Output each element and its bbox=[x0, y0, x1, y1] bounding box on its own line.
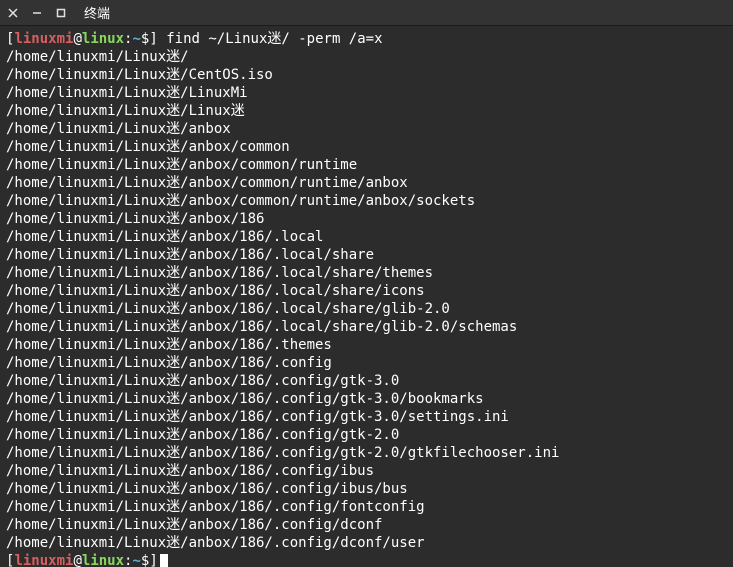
output-line: /home/linuxmi/Linux迷/anbox/common bbox=[6, 138, 727, 156]
output-line: /home/linuxmi/Linux迷/anbox/186/.local/sh… bbox=[6, 246, 727, 264]
output-line: /home/linuxmi/Linux迷/anbox/186/.config/g… bbox=[6, 444, 727, 462]
output-line: /home/linuxmi/Linux迷/anbox/186/.config/f… bbox=[6, 498, 727, 516]
output-line: /home/linuxmi/Linux迷/anbox/186/.config/g… bbox=[6, 390, 727, 408]
output-line: /home/linuxmi/Linux迷/anbox/186/.config/i… bbox=[6, 462, 727, 480]
prompt-path: ~ bbox=[132, 31, 140, 47]
output-line: /home/linuxmi/Linux迷/anbox/186/.themes bbox=[6, 336, 727, 354]
window-minimize-icon[interactable] bbox=[30, 6, 44, 20]
prompt-line-2: [linuxmi@linux:~$] bbox=[6, 553, 168, 567]
terminal-cursor bbox=[160, 554, 168, 567]
output-line: /home/linuxmi/Linux迷/anbox/186/.config/d… bbox=[6, 516, 727, 534]
command-text: find ~/Linux迷/ -perm /a=x bbox=[166, 31, 382, 47]
prompt-at: @ bbox=[73, 553, 81, 567]
window-title: 终端 bbox=[84, 3, 110, 22]
prompt-line-1: [linuxmi@linux:~$] find ~/Linux迷/ -perm … bbox=[6, 31, 383, 47]
output-line: /home/linuxmi/Linux迷/anbox/common/runtim… bbox=[6, 192, 727, 210]
output-line: /home/linuxmi/Linux迷/ bbox=[6, 48, 727, 66]
output-line: /home/linuxmi/Linux迷/Linux迷 bbox=[6, 102, 727, 120]
output-line: /home/linuxmi/Linux迷/anbox/186/.config/i… bbox=[6, 480, 727, 498]
output-line: /home/linuxmi/Linux迷/anbox/186/.config bbox=[6, 354, 727, 372]
prompt-host: linux bbox=[82, 31, 124, 47]
prompt-user: linuxmi bbox=[14, 553, 73, 567]
output-line: /home/linuxmi/Linux迷/LinuxMi bbox=[6, 84, 727, 102]
output-line: /home/linuxmi/Linux迷/anbox/186 bbox=[6, 210, 727, 228]
output-line: /home/linuxmi/Linux迷/anbox/186/.local/sh… bbox=[6, 282, 727, 300]
prompt-bracket-close: ] bbox=[149, 553, 157, 567]
command-output: /home/linuxmi/Linux迷//home/linuxmi/Linux… bbox=[6, 48, 727, 552]
prompt-user: linuxmi bbox=[14, 31, 73, 47]
output-line: /home/linuxmi/Linux迷/anbox/186/.config/g… bbox=[6, 408, 727, 426]
window-titlebar: 终端 bbox=[0, 0, 733, 26]
output-line: /home/linuxmi/Linux迷/anbox/186/.local bbox=[6, 228, 727, 246]
prompt-path: ~ bbox=[132, 553, 140, 567]
output-line: /home/linuxmi/Linux迷/anbox/186/.local/sh… bbox=[6, 318, 727, 336]
output-line: /home/linuxmi/Linux迷/anbox/186/.config/d… bbox=[6, 534, 727, 552]
window-close-icon[interactable] bbox=[6, 6, 20, 20]
output-line: /home/linuxmi/Linux迷/CentOS.iso bbox=[6, 66, 727, 84]
output-line: /home/linuxmi/Linux迷/anbox/186/.local/sh… bbox=[6, 264, 727, 282]
prompt-host: linux bbox=[82, 553, 124, 567]
output-line: /home/linuxmi/Linux迷/anbox bbox=[6, 120, 727, 138]
prompt-bracket-close: ] bbox=[149, 31, 157, 47]
terminal-body[interactable]: [linuxmi@linux:~$] find ~/Linux迷/ -perm … bbox=[0, 26, 733, 567]
output-line: /home/linuxmi/Linux迷/anbox/common/runtim… bbox=[6, 156, 727, 174]
output-line: /home/linuxmi/Linux迷/anbox/common/runtim… bbox=[6, 174, 727, 192]
prompt-at: @ bbox=[73, 31, 81, 47]
window-maximize-icon[interactable] bbox=[54, 6, 68, 20]
output-line: /home/linuxmi/Linux迷/anbox/186/.local/sh… bbox=[6, 300, 727, 318]
output-line: /home/linuxmi/Linux迷/anbox/186/.config/g… bbox=[6, 372, 727, 390]
output-line: /home/linuxmi/Linux迷/anbox/186/.config/g… bbox=[6, 426, 727, 444]
